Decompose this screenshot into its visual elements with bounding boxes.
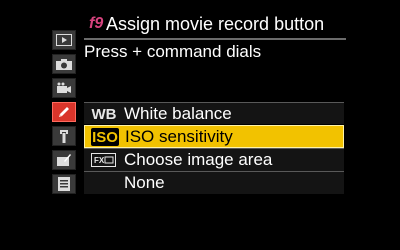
option-none[interactable]: None — [84, 171, 344, 194]
image-area-icon: FX — [90, 151, 118, 169]
retouch-icon — [56, 153, 72, 167]
tab-playback[interactable] — [52, 30, 76, 50]
option-white-balance[interactable]: WB White balance — [84, 102, 344, 125]
option-label: ISO sensitivity — [125, 127, 233, 146]
tab-setup[interactable] — [52, 126, 76, 146]
camera-icon — [56, 58, 72, 70]
tab-custom-settings[interactable] — [52, 102, 76, 122]
playback-icon — [56, 34, 72, 46]
menu-item-code: f9 — [89, 15, 104, 32]
page-subtitle: Press + command dials — [84, 42, 262, 61]
option-iso-sensitivity[interactable]: ISO ISO sensitivity — [83, 124, 345, 149]
option-label: None — [124, 173, 165, 192]
tab-photo-shooting[interactable] — [52, 54, 76, 74]
tab-movie-shooting[interactable] — [52, 78, 76, 98]
page-title: Assign movie record button — [106, 14, 325, 34]
option-label: White balance — [124, 104, 232, 123]
tab-my-menu[interactable] — [52, 174, 76, 194]
header-divider — [84, 38, 346, 40]
wrench-icon — [56, 128, 72, 144]
image-area-badge-text: FX — [94, 156, 105, 165]
option-choose-image-area[interactable]: FX Choose image area — [84, 148, 344, 171]
pencil-icon — [56, 104, 72, 120]
wb-icon: WB — [91, 105, 117, 123]
iso-icon: ISO — [91, 128, 119, 146]
tab-retouch[interactable] — [52, 150, 76, 170]
camera-menu-screen: f9 Assign movie record button Press + co… — [0, 0, 400, 250]
option-label: Choose image area — [124, 150, 273, 169]
my-menu-icon — [57, 176, 71, 192]
movie-camera-icon — [56, 82, 72, 94]
option-badge-empty — [90, 174, 118, 192]
